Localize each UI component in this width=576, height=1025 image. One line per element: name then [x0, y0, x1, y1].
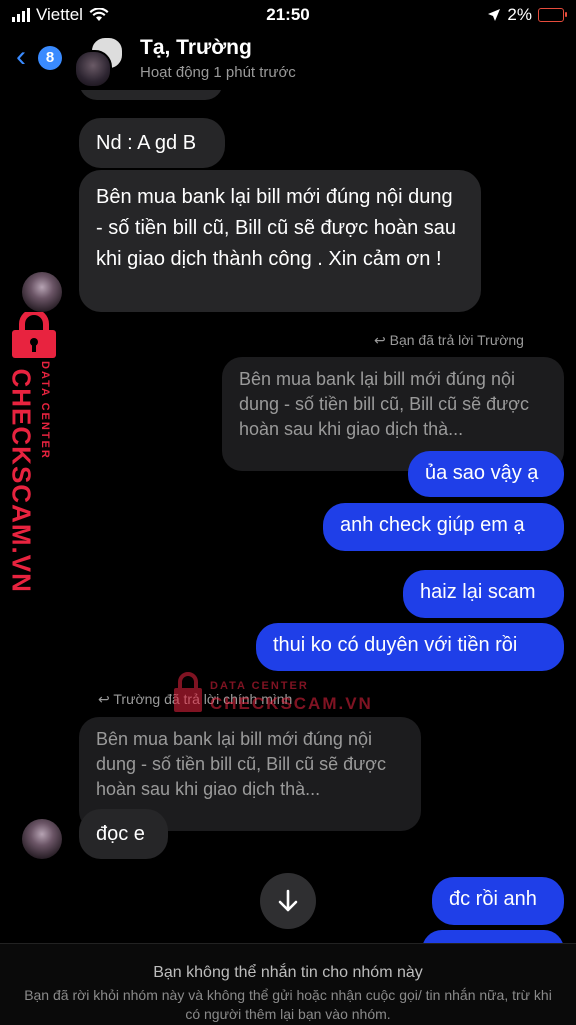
group-avatar[interactable]	[74, 36, 126, 88]
reply-arrow-icon: ↩︎	[98, 691, 114, 707]
watermark-sub: DATA CENTER	[210, 680, 309, 692]
location-arrow-icon	[488, 9, 501, 21]
left-group-notice: Bạn không thể nhắn tin cho nhóm này Bạn …	[0, 943, 576, 1025]
battery-percent: 2%	[507, 5, 532, 24]
outgoing-message[interactable]: đc rồi anh	[432, 877, 564, 925]
battery-icon	[538, 8, 567, 22]
unread-count-badge[interactable]: 8	[38, 46, 62, 70]
reply-indicator: ↩︎ Bạn đã trả lời Trường	[374, 332, 524, 349]
scroll-to-bottom-button[interactable]	[260, 873, 316, 929]
status-bar: Viettel 21:50 2%	[0, 0, 576, 30]
watermark-brand: CHECKSCAM.VN	[210, 694, 373, 713]
incoming-message[interactable]: Nd : A gd B	[79, 118, 225, 168]
incoming-message[interactable]: đọc e	[79, 809, 168, 859]
sender-avatar[interactable]	[22, 819, 62, 859]
outgoing-message[interactable]: ủa sao vậy ạ	[408, 451, 564, 497]
notice-title: Bạn không thể nhắn tin cho nhóm này	[153, 964, 423, 981]
reply-label: Bạn đã trả lời Trường	[389, 332, 524, 348]
outgoing-message[interactable]: haiz lại scam	[403, 570, 564, 618]
padlock-icon	[174, 672, 202, 712]
outgoing-message[interactable]: anh check giúp em ạ	[323, 503, 564, 551]
padlock-icon	[12, 312, 56, 358]
conversation-title[interactable]: Tạ, Trường	[140, 36, 252, 60]
arrow-down-icon	[278, 889, 298, 912]
back-chevron-icon[interactable]: ‹	[16, 40, 26, 74]
watermark-sub: DATA CENTER	[39, 361, 51, 460]
notice-description: Bạn đã rời khỏi nhóm này và không thể gử…	[24, 987, 552, 1022]
chat-header: ‹ 8 Tạ, Trường Hoạt động 1 phút trước	[0, 30, 576, 90]
avatar	[74, 50, 112, 88]
sender-avatar[interactable]	[22, 272, 62, 312]
watermark-brand: CHECKSCAM.VN	[6, 368, 37, 593]
reply-arrow-icon: ↩︎	[374, 332, 390, 348]
activity-status: Hoạt động 1 phút trước	[140, 64, 296, 81]
outgoing-message[interactable]: thui ko có duyên với tiền rồi	[256, 623, 564, 671]
incoming-message[interactable]: Bên mua bank lại bill mới đúng nội dung …	[79, 170, 481, 312]
